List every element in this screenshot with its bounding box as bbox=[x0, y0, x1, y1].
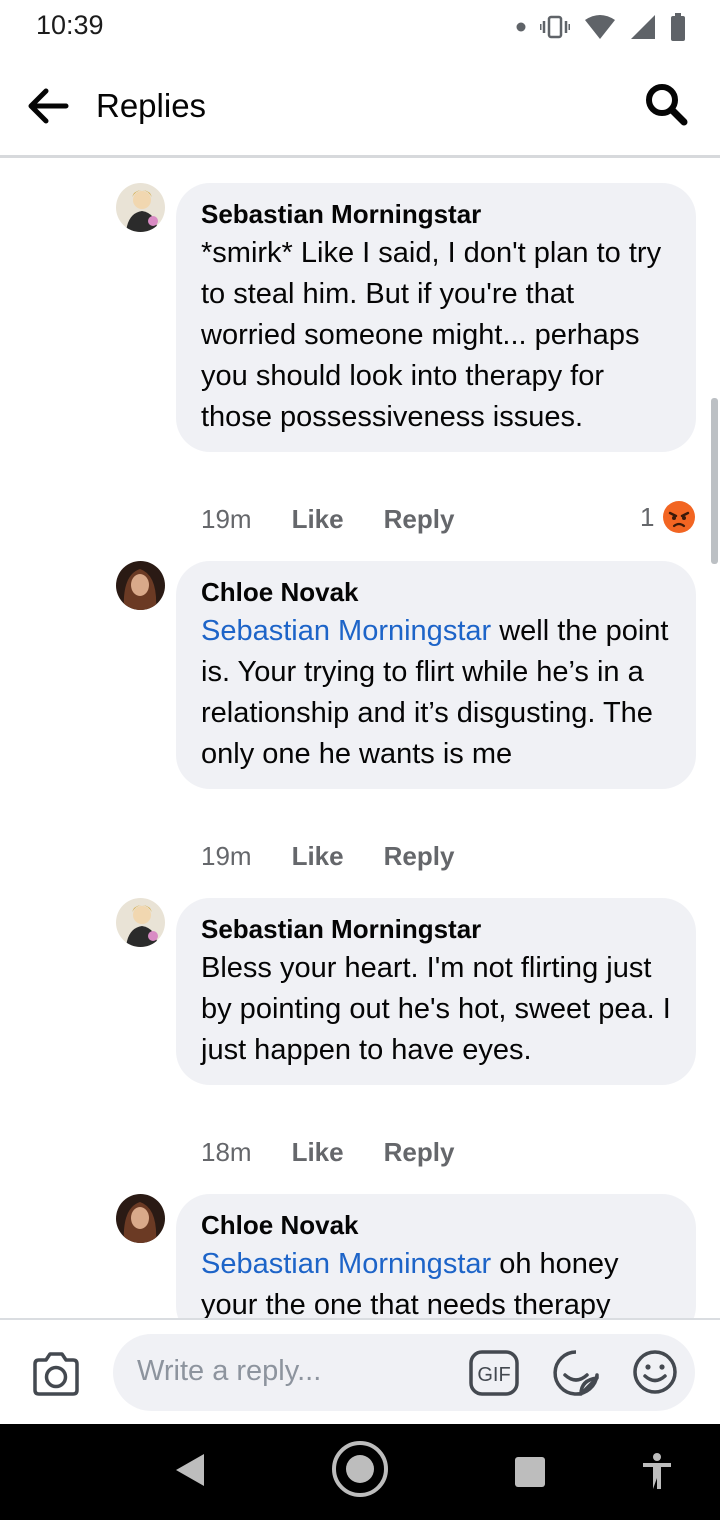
avatar[interactable] bbox=[116, 561, 165, 610]
comment-bubble[interactable]: Chloe Novak Sebastian Morningstar well t… bbox=[176, 561, 696, 789]
like-button[interactable]: Like bbox=[292, 841, 344, 872]
square-recents-icon bbox=[515, 1457, 545, 1487]
vibrate-icon bbox=[540, 15, 570, 39]
avatar-image bbox=[116, 898, 165, 947]
nav-recents-button[interactable] bbox=[514, 1456, 546, 1493]
comment-bubble[interactable]: Chloe Novak Sebastian Morningstar oh hon… bbox=[176, 1194, 696, 1319]
avatar[interactable] bbox=[116, 183, 165, 232]
comment-time: 19m bbox=[201, 841, 252, 871]
comment-actions: 19m Like Reply bbox=[201, 841, 454, 872]
comment-time: 18m bbox=[201, 1137, 252, 1167]
comment-actions: 18m Like Reply bbox=[201, 1137, 454, 1168]
comment-bubble[interactable]: Sebastian Morningstar Bless your heart. … bbox=[176, 898, 696, 1085]
svg-text:GIF: GIF bbox=[477, 1364, 510, 1386]
comment-actions: 19m Like Reply bbox=[201, 504, 454, 535]
comment-text: Sebastian Morningstar well the point is.… bbox=[201, 611, 672, 775]
nav-back-button[interactable] bbox=[174, 1452, 206, 1493]
comment-text: Bless your heart. I'm not flirting just … bbox=[201, 952, 671, 1066]
scrollbar[interactable] bbox=[711, 398, 718, 564]
wifi-icon bbox=[585, 15, 615, 39]
reply-input[interactable]: Write a reply... GIF bbox=[113, 1334, 695, 1411]
back-button[interactable] bbox=[22, 80, 74, 132]
comment-author[interactable]: Sebastian Morningstar bbox=[201, 198, 672, 230]
sticker-icon bbox=[553, 1350, 599, 1396]
search-icon bbox=[646, 84, 688, 126]
camera-icon bbox=[33, 1352, 79, 1396]
reply-composer: Write a reply... GIF bbox=[0, 1318, 720, 1426]
comment-author[interactable]: Chloe Novak bbox=[201, 1209, 672, 1241]
comment-author[interactable]: Sebastian Morningstar bbox=[201, 913, 672, 945]
arrow-left-icon bbox=[28, 88, 69, 124]
gif-icon: GIF bbox=[469, 1350, 519, 1396]
status-bar: 10:39 bbox=[0, 0, 720, 52]
reaction-count: 1 bbox=[640, 501, 655, 532]
angry-reaction-icon bbox=[663, 501, 696, 533]
triangle-back-icon bbox=[176, 1454, 204, 1486]
avatar-image bbox=[116, 183, 165, 232]
system-nav-bar bbox=[0, 1424, 720, 1520]
emoji-icon bbox=[633, 1350, 677, 1394]
cell-signal-icon bbox=[631, 15, 655, 39]
reply-button[interactable]: Reply bbox=[384, 841, 455, 872]
status-icons bbox=[516, 13, 686, 41]
nav-home-button[interactable] bbox=[330, 1439, 390, 1504]
app-header: Replies bbox=[0, 52, 720, 158]
search-button[interactable] bbox=[642, 80, 690, 128]
comment-bubble[interactable]: Sebastian Morningstar *smirk* Like I sai… bbox=[176, 183, 696, 452]
avatar[interactable] bbox=[116, 898, 165, 947]
avatar-image bbox=[116, 1194, 165, 1243]
accessibility-button[interactable] bbox=[640, 1452, 674, 1495]
mention-link[interactable]: Sebastian Morningstar bbox=[201, 1248, 491, 1280]
like-button[interactable]: Like bbox=[292, 504, 344, 535]
gif-button[interactable]: GIF bbox=[469, 1350, 519, 1396]
reply-button[interactable]: Reply bbox=[384, 1137, 455, 1168]
emoji-button[interactable] bbox=[631, 1348, 679, 1396]
battery-icon bbox=[671, 13, 685, 41]
accessibility-icon bbox=[643, 1453, 671, 1489]
page-title: Replies bbox=[96, 87, 207, 124]
avatar[interactable] bbox=[116, 1194, 165, 1243]
status-time: 10:39 bbox=[36, 10, 104, 40]
mention-link[interactable]: Sebastian Morningstar bbox=[201, 615, 491, 647]
home-circle-icon bbox=[332, 1441, 388, 1497]
comment-author[interactable]: Chloe Novak bbox=[201, 576, 672, 608]
camera-button[interactable] bbox=[30, 1350, 82, 1398]
comment-time: 19m bbox=[201, 504, 252, 534]
notification-dot-icon bbox=[516, 22, 526, 32]
comment-text: *smirk* Like I said, I don't plan to try… bbox=[201, 237, 662, 433]
reply-placeholder: Write a reply... bbox=[137, 1355, 322, 1387]
avatar-image bbox=[116, 561, 165, 610]
like-button[interactable]: Like bbox=[292, 1137, 344, 1168]
comment-text: Sebastian Morningstar oh honey your the … bbox=[201, 1244, 672, 1319]
reply-button[interactable]: Reply bbox=[384, 504, 455, 535]
replies-list[interactable]: Sebastian Morningstar *smirk* Like I sai… bbox=[0, 158, 720, 1319]
reaction-summary[interactable]: 1 bbox=[640, 500, 696, 534]
sticker-button[interactable] bbox=[551, 1348, 601, 1398]
